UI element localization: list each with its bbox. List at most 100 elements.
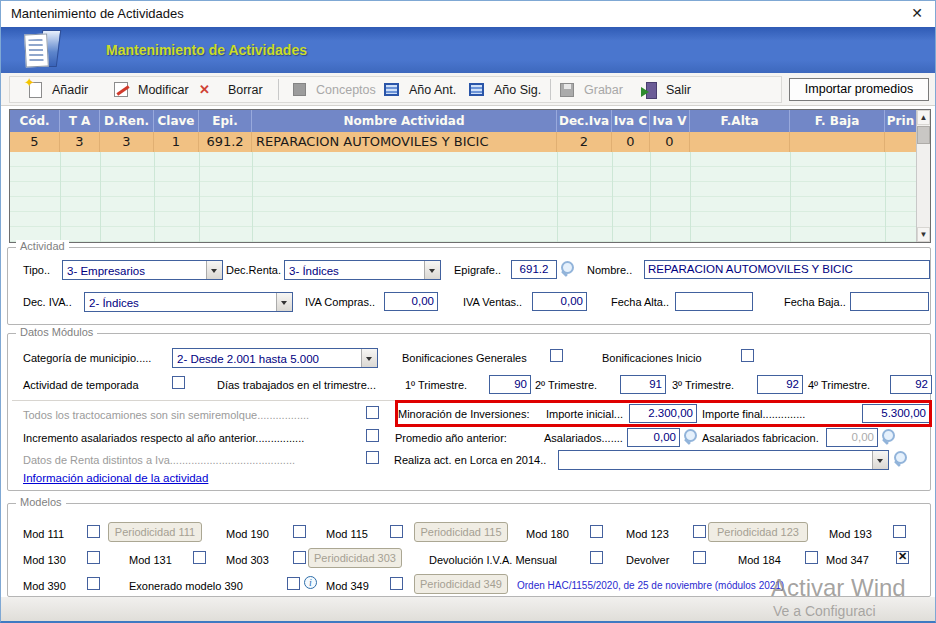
importe-inicial-label: Importe inicial... [546, 405, 623, 423]
tractocamiones-checkbox[interactable] [366, 406, 379, 419]
fecha-baja-input[interactable] [850, 292, 929, 311]
iva-ventas-input[interactable]: 0,00 [532, 292, 587, 311]
titlebar: Mantenimiento de Actividades ✕ [1, 1, 935, 27]
ano-anterior-button[interactable]: Año Ant. [384, 77, 456, 102]
importar-promedios-button[interactable]: Importar promedios [789, 78, 929, 101]
mod390-label: Mod 390 [23, 577, 66, 595]
iva-compras-label: IVA Compras.. [305, 293, 375, 311]
t2-input[interactable]: 91 [620, 375, 666, 394]
ano-siguiente-button[interactable]: Año Sig. [469, 77, 541, 102]
window: Mantenimiento de Actividades ✕ Mantenimi… [0, 0, 936, 623]
periodicidad115-button[interactable]: Periodicidad 115 [414, 522, 508, 542]
fecha-alta-input[interactable] [675, 292, 753, 311]
dec-renta-select[interactable]: 3- Índices [284, 260, 441, 280]
scroll-thumb[interactable] [917, 126, 930, 144]
scroll-down-icon[interactable]: ▼ [917, 227, 930, 242]
mod303-checkbox[interactable] [293, 551, 306, 564]
t3-input[interactable]: 92 [757, 375, 803, 394]
mod193-checkbox[interactable] [893, 525, 906, 538]
search-icon[interactable] [893, 451, 908, 467]
col-ta[interactable]: T A [60, 110, 100, 132]
col-nombre[interactable]: Nombre Actividad [252, 110, 557, 132]
mod349-checkbox[interactable] [390, 577, 403, 590]
importe-final-input[interactable]: 5.300,00 [862, 404, 930, 423]
col-prin[interactable]: Prin [885, 110, 916, 132]
mod115-checkbox[interactable] [390, 525, 403, 538]
importe-final-label: Importe final.............. [702, 405, 805, 423]
bonif-inicio-checkbox[interactable] [741, 349, 754, 362]
grabar-button[interactable]: Grabar [560, 77, 623, 102]
mod130-checkbox[interactable] [87, 551, 100, 564]
importe-inicial-input[interactable]: 2.300,00 [629, 404, 697, 423]
t1-input[interactable]: 90 [489, 375, 531, 394]
col-clave[interactable]: Clave [154, 110, 199, 132]
grid-empty-rows [10, 152, 916, 242]
promedio-label: Promedio año anterior: [395, 429, 507, 447]
asalariados-input[interactable]: 0,00 [627, 428, 680, 447]
chevron-down-icon[interactable] [276, 293, 292, 311]
tipo-select[interactable]: 3- Empresarios [62, 260, 223, 280]
borrar-button[interactable]: ✕ Borrar [199, 77, 263, 102]
mod131-checkbox[interactable] [193, 551, 206, 564]
devolucion-checkbox[interactable] [590, 551, 603, 564]
mod130-label: Mod 130 [23, 551, 66, 569]
search-icon[interactable] [560, 261, 575, 277]
mod390-checkbox[interactable] [87, 577, 100, 590]
col-fbaja[interactable]: F. Baja [790, 110, 885, 132]
mod347-checkbox[interactable] [896, 551, 909, 564]
asalariados-fab-input[interactable]: 0,00 [826, 428, 878, 447]
search-icon[interactable] [881, 429, 896, 445]
scroll-up-icon[interactable]: ▲ [917, 110, 930, 125]
devolver-checkbox[interactable] [693, 551, 706, 564]
periodicidad123-button[interactable]: Periodicidad 123 [708, 522, 808, 542]
col-epi[interactable]: Epi. [199, 110, 252, 132]
periodicidad303-button[interactable]: Periodicidad 303 [308, 548, 402, 568]
col-deciva[interactable]: Dec.Iva [557, 110, 612, 132]
dec-iva-label: Dec. IVA.. [23, 293, 72, 311]
exonerado-checkbox[interactable] [287, 577, 300, 590]
temporada-checkbox[interactable] [172, 376, 185, 389]
col-falta[interactable]: F.Alta [690, 110, 790, 132]
chevron-down-icon[interactable] [361, 349, 377, 367]
mod111-checkbox[interactable] [87, 525, 100, 538]
salir-button[interactable]: Salir [641, 77, 691, 102]
lorca-select[interactable] [558, 450, 889, 470]
edit-icon [114, 82, 128, 97]
search-icon[interactable] [683, 429, 698, 445]
col-ivac[interactable]: Iva C [612, 110, 650, 132]
table-row[interactable]: 5 3 3 1 691.2 REPARACION AUTOMOVILES Y B… [10, 132, 916, 152]
incremento-checkbox[interactable] [366, 429, 379, 442]
asalariados-label: Asalariados....... [544, 429, 623, 447]
periodicidad111-button[interactable]: Periodicidad 111 [108, 522, 202, 542]
epigrafe-input[interactable]: 691.2 [511, 260, 557, 279]
informacion-adicional-link[interactable]: Información adicional de la actividad [23, 472, 208, 484]
mod184-checkbox[interactable] [805, 551, 818, 564]
activities-icon [25, 30, 63, 70]
grid-scrollbar[interactable]: ▲ ▼ [916, 110, 930, 242]
t4-label: 4º Trimestre. [808, 376, 870, 394]
col-cod[interactable]: Cód. [10, 110, 60, 132]
separator [12, 400, 926, 401]
anadir-button[interactable]: Añadir [29, 77, 88, 102]
delete-icon: ✕ [199, 82, 210, 97]
col-dren[interactable]: D.Ren. [100, 110, 154, 132]
chevron-down-icon[interactable] [872, 451, 888, 469]
mod123-checkbox[interactable] [693, 525, 706, 538]
datos-renta-checkbox[interactable] [366, 451, 379, 464]
nombre-input[interactable]: REPARACION AUTOMOVILES Y BICIC [644, 260, 930, 279]
periodicidad349-button[interactable]: Periodicidad 349 [414, 574, 508, 594]
iva-compras-input[interactable]: 0,00 [384, 292, 438, 311]
categoria-select[interactable]: 2- Desde 2.001 hasta 5.000 [172, 348, 378, 368]
chevron-down-icon[interactable] [206, 261, 222, 279]
mod180-checkbox[interactable] [590, 525, 603, 538]
modificar-button[interactable]: Modificar [114, 77, 189, 102]
conceptos-button[interactable]: Conceptos [293, 77, 376, 102]
dec-iva-select[interactable]: 2- Índices [84, 292, 293, 312]
t4-input[interactable]: 92 [890, 375, 932, 394]
minoracion-label: Minoración de Inversiones: [398, 405, 529, 423]
chevron-down-icon[interactable] [424, 261, 440, 279]
bonif-generales-checkbox[interactable] [550, 349, 563, 362]
close-icon[interactable]: ✕ [911, 5, 923, 21]
mod190-checkbox[interactable] [293, 525, 306, 538]
col-ivav[interactable]: Iva V [650, 110, 690, 132]
